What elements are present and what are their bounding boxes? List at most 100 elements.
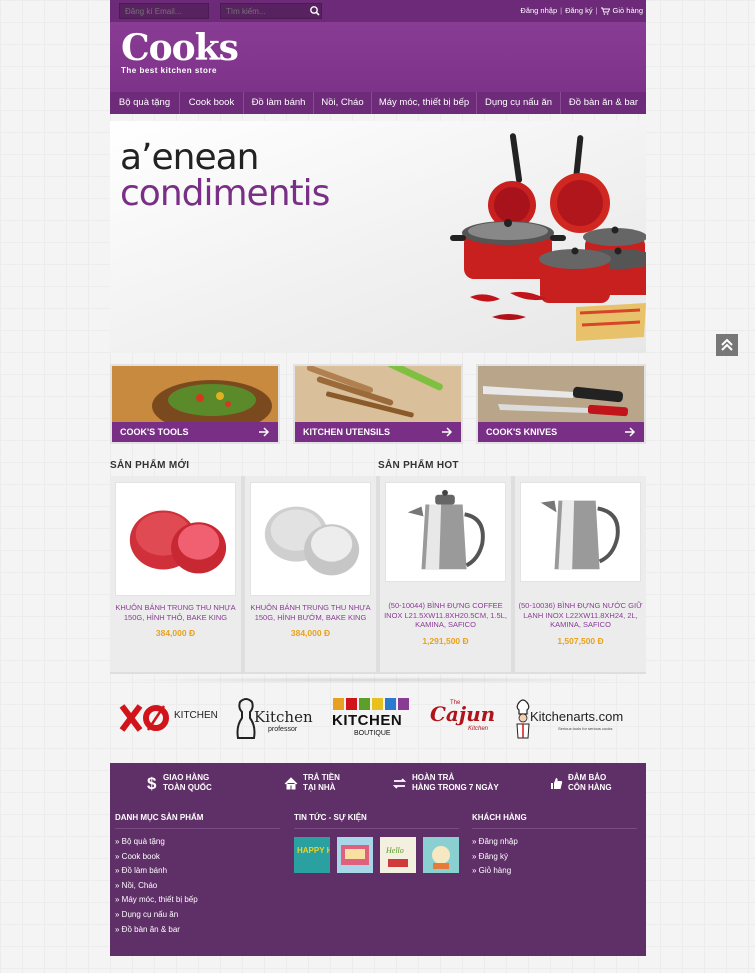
service-pay-at-home: TRẢ TIỀN TẠI NHÀ [284, 773, 340, 793]
logo-wordmark: Cooks [121, 27, 239, 69]
cooks-tools-image [112, 366, 278, 422]
category-label: COOK'S KNIVES [478, 422, 644, 442]
back-to-top-button[interactable] [716, 334, 738, 356]
product-price: 1,291,500 Đ [422, 636, 469, 646]
footer-catalog: DANH MỤC SẢN PHẨM Bộ quà tặng Cook book … [115, 813, 280, 937]
banner-headline: a’enean [120, 137, 259, 178]
home-icon [284, 776, 298, 789]
main-nav: Bộ quà tặng Cook book Đồ làm bánh Nồi, C… [110, 92, 646, 114]
product-name[interactable]: KHUÔN BÁNH TRUNG THU NHỰA 150G, HÌNH BƯỚ… [248, 603, 373, 622]
login-link[interactable]: Đăng nhập [520, 6, 557, 15]
brand-professor-main: Kitchen [254, 708, 313, 726]
nav-item-cook-book[interactable]: Cook book [180, 92, 244, 114]
product-name[interactable]: (50-10036) BÌNH ĐỰNG NƯỚC GIỮ LẠNH INOX … [518, 601, 643, 630]
kitchen-utensils-image [295, 366, 461, 422]
footer-link[interactable]: Cook book [115, 850, 280, 865]
footer-link[interactable]: Giỏ hàng [472, 864, 637, 879]
news-thumb-text: HAPPY HOUR [297, 846, 330, 855]
boutique-blocks-graphic [333, 698, 409, 710]
product-price: 384,000 Đ [290, 628, 331, 638]
nav-item-tableware-bar[interactable]: Đồ bàn ăn & bar [561, 92, 646, 114]
footer-link[interactable]: Đồ làm bánh [115, 864, 280, 879]
product-card[interactable]: KHUÔN BÁNH TRUNG THU NHỰA 150G, HÌNH THỎ… [110, 476, 241, 672]
thumbs-up-icon [551, 777, 563, 789]
register-link[interactable]: Đăng ký [565, 6, 593, 15]
product-image [115, 482, 236, 596]
service-line2: TOÀN QUỐC [163, 783, 212, 792]
category-label: KITCHEN UTENSILS [295, 422, 461, 442]
category-cooks-knives[interactable]: COOK'S KNIVES [476, 364, 646, 444]
dollar-icon: $ [147, 774, 157, 792]
nav-item-cooking-tools[interactable]: Dụng cụ nấu ăn [477, 92, 561, 114]
cart-icon[interactable] [600, 7, 610, 15]
service-returns: HOÀN TRẢ HÀNG TRONG 7 NGÀY [392, 773, 499, 793]
service-line2: CÔN HÀNG [568, 783, 612, 792]
arrow-right-icon [625, 427, 636, 437]
new-products-title: SẢN PHẨM MỚI [110, 460, 190, 471]
news-thumbnail[interactable] [423, 837, 459, 873]
footer-link[interactable]: Dụng cụ nấu ăn [115, 908, 280, 923]
footer-link[interactable]: Máy móc, thiết bị bếp [115, 893, 280, 908]
product-name[interactable]: KHUÔN BÁNH TRUNG THU NHỰA 150G, HÌNH THỎ… [113, 603, 238, 622]
service-line1: TRẢ TIỀN [303, 773, 340, 782]
news-thumbnail[interactable] [337, 837, 373, 873]
product-card[interactable]: (50-10036) BÌNH ĐỰNG NƯỚC GIỮ LẠNH INOX … [515, 476, 646, 672]
brand-kitchenarts[interactable]: Kitchenarts.com Serious tools for seriou… [514, 690, 644, 746]
footer-news: TIN TỨC - SỰ KIỆN HAPPY HOUR Hello [294, 813, 459, 873]
nav-item-baking[interactable]: Đồ làm bánh [244, 92, 314, 114]
brand-boutique-main: KITCHEN [332, 712, 403, 729]
product-price: 1,507,500 Đ [557, 636, 604, 646]
footer-link[interactable]: Đăng ký [472, 850, 637, 865]
cart-link[interactable]: Giỏ hàng [613, 6, 643, 15]
hero-banner[interactable]: a’enean condimentis [110, 121, 646, 353]
footer-catalog-title: DANH MỤC SẢN PHẨM [115, 813, 280, 829]
brand-cajun-main: Cajun [430, 702, 496, 726]
news-thumbnails: HAPPY HOUR Hello [294, 837, 459, 873]
newsletter-email-input[interactable] [119, 3, 209, 19]
hot-products-title: SẢN PHẨM HOT [378, 460, 459, 471]
brand-xo-kitchen[interactable]: KITCHEN [118, 690, 218, 746]
top-bar: Đăng nhập | Đăng ký | Giỏ hàng [110, 0, 646, 22]
footer-customer: KHÁCH HÀNG Đăng nhập Đăng ký Giỏ hàng [472, 813, 637, 879]
footer-link[interactable]: Đồ bàn ăn & bar [115, 923, 280, 938]
service-line2: TẠI NHÀ [303, 783, 336, 792]
nav-item-kitchen-appliances[interactable]: Máy móc, thiết bị bếp [372, 92, 477, 114]
account-links: Đăng nhập | Đăng ký | Giỏ hàng [520, 6, 643, 15]
product-grid: KHUÔN BÁNH TRUNG THU NHỰA 150G, HÌNH THỎ… [110, 476, 646, 674]
category-label: COOK'S TOOLS [112, 422, 278, 442]
product-card[interactable]: (50-10044) BÌNH ĐỰNG COFFEE INOX L21.5XW… [380, 476, 511, 672]
footer-news-title: TIN TỨC - SỰ KIỆN [294, 813, 459, 829]
search-input[interactable] [220, 3, 322, 19]
nav-item-gift-sets[interactable]: Bộ quà tặng [110, 92, 180, 114]
site-logo[interactable]: Cooks The best kitchen store [121, 27, 239, 75]
service-line1: HOÀN TRẢ [412, 773, 455, 782]
nav-item-pots[interactable]: Nồi, Cháo [314, 92, 372, 114]
news-thumbnail[interactable]: HAPPY HOUR [294, 837, 330, 873]
product-card[interactable]: KHUÔN BÁNH TRUNG THU NHỰA 150G, HÌNH BƯỚ… [245, 476, 376, 672]
brand-cajun-sub: Kitchen [468, 726, 489, 732]
footer-link[interactable]: Bộ quà tặng [115, 835, 280, 850]
svg-text:$: $ [147, 774, 157, 792]
banner-subheadline: condimentis [120, 173, 330, 214]
brand-kitchen-boutique[interactable]: KITCHEN BOUTIQUE [332, 690, 414, 746]
product-image [520, 482, 641, 582]
service-guarantee: ĐẢM BẢO CÔN HÀNG [550, 773, 612, 793]
arrow-right-icon [442, 427, 453, 437]
brand-cajun-kitchen[interactable]: The Cajun Kitchen [428, 690, 498, 746]
service-line1: GIAO HÀNG [163, 773, 210, 782]
brand-logos: KITCHEN Kitchen professor KITCHEN BOUTIQ… [110, 690, 646, 746]
search-icon[interactable] [308, 4, 322, 18]
footer-link[interactable]: Nồi, Cháo [115, 879, 280, 894]
brand-kitchen-professor[interactable]: Kitchen professor [234, 690, 318, 746]
news-thumbnail[interactable]: Hello [380, 837, 416, 873]
product-name[interactable]: (50-10044) BÌNH ĐỰNG COFFEE INOX L21.5XW… [383, 601, 508, 630]
section-divider [110, 677, 646, 683]
category-cooks-tools[interactable]: COOK'S TOOLS [110, 364, 280, 444]
brand-kitchenarts-name: Kitchenarts.com [530, 709, 624, 724]
site-header: Đăng nhập | Đăng ký | Giỏ hàng Cooks The… [110, 0, 646, 114]
footer-link[interactable]: Đăng nhập [472, 835, 637, 850]
footer-customer-title: KHÁCH HÀNG [472, 813, 637, 829]
separator: | [595, 6, 598, 15]
category-kitchen-utensils[interactable]: KITCHEN UTENSILS [293, 364, 463, 444]
arrow-right-icon [259, 427, 270, 437]
